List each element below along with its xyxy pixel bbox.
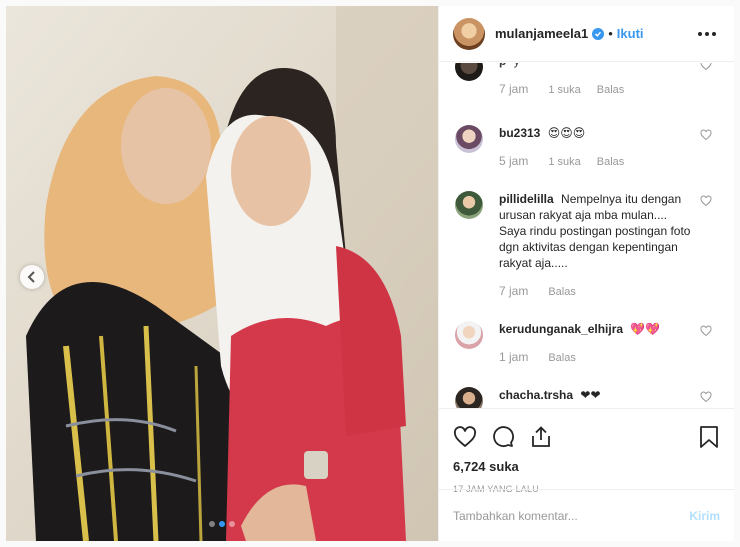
post-actions: 6,724 suka 17 JAM YANG LALU: [439, 408, 734, 494]
more-dot-icon: [705, 31, 709, 36]
comment-input[interactable]: [453, 508, 682, 523]
comment-time: 1 jam: [499, 350, 529, 364]
like-comment-heart-icon[interactable]: [700, 391, 712, 403]
share-icon[interactable]: [529, 425, 553, 449]
reply-button[interactable]: Balas: [548, 350, 576, 366]
comment-item: chacha.trsha ❤❤: [455, 387, 720, 408]
comment-meta: 7 jam Balas: [499, 283, 695, 300]
carousel-dot: [209, 521, 215, 527]
reply-button[interactable]: Balas: [548, 284, 576, 300]
comment-meta: 7 jam 1 suka Balas: [499, 81, 695, 98]
commenter-avatar[interactable]: [455, 63, 483, 81]
photo-illustration: [6, 6, 438, 541]
comment-item: kerudunganak_elhijra 💖💖 1 jam Balas: [455, 321, 720, 366]
bookmark-icon[interactable]: [698, 425, 720, 449]
comment-text: ❤❤: [580, 388, 601, 402]
author-username[interactable]: mulanjameela1: [495, 26, 588, 41]
like-heart-icon[interactable]: [453, 425, 477, 449]
previous-slide-button[interactable]: [20, 265, 44, 289]
commenter-avatar[interactable]: [455, 191, 483, 219]
comment-likes[interactable]: 1 suka: [548, 82, 580, 98]
like-comment-heart-icon[interactable]: [700, 195, 712, 207]
comment-username[interactable]: chacha.trsha: [499, 388, 573, 402]
follow-button[interactable]: Ikuti: [617, 26, 644, 41]
comment-likes[interactable]: 1 suka: [548, 154, 580, 170]
comment-text: 💖💖: [630, 322, 661, 336]
comment-item: pillidelilla Nempelnya itu dengan urusan…: [455, 191, 720, 300]
comment-item: p y 7 jam 1 suka Balas: [455, 63, 720, 98]
likes-count[interactable]: 6,724 suka: [453, 459, 720, 474]
like-comment-heart-icon[interactable]: [700, 129, 712, 141]
comment-time: 7 jam: [499, 82, 529, 96]
commenter-avatar[interactable]: [455, 321, 483, 349]
comment-item: bu2313 😍😍😍 5 jam 1 suka Balas: [455, 125, 720, 170]
header-separator: •: [608, 26, 613, 41]
comment-username[interactable]: p: [499, 63, 506, 68]
author-avatar[interactable]: [453, 17, 485, 50]
reply-button[interactable]: Balas: [597, 82, 625, 98]
verified-badge-icon: [592, 27, 605, 40]
chevron-left-icon: [27, 271, 35, 283]
like-comment-heart-icon[interactable]: [700, 325, 712, 337]
like-comment-heart-icon[interactable]: [700, 63, 712, 71]
post-photo[interactable]: [6, 6, 438, 541]
comment-meta: 5 jam 1 suka Balas: [499, 153, 695, 170]
post-sidebar: mulanjameela1 • Ikuti p y 7 jam 1 suka: [438, 6, 734, 541]
reply-button[interactable]: Balas: [597, 154, 625, 170]
comment-username[interactable]: kerudunganak_elhijra: [499, 322, 623, 336]
comment-username[interactable]: bu2313: [499, 126, 540, 140]
more-dot-icon: [712, 31, 716, 36]
carousel-dot-active: [219, 521, 225, 527]
comment-username[interactable]: pillidelilla: [499, 192, 554, 206]
commenter-avatar[interactable]: [455, 125, 483, 153]
carousel-indicator: [6, 521, 438, 527]
comment-meta: 1 jam Balas: [499, 349, 695, 366]
post-comment-button[interactable]: Kirim: [689, 509, 720, 523]
comment-text: y: [514, 63, 520, 68]
post-header: mulanjameela1 • Ikuti: [439, 6, 734, 62]
comment-bubble-icon[interactable]: [491, 425, 515, 449]
comment-list[interactable]: p y 7 jam 1 suka Balas bu2313 😍😍😍: [439, 63, 734, 408]
comment-text: 😍😍😍: [547, 126, 586, 140]
add-comment-bar: Kirim: [439, 489, 734, 541]
action-icons: [453, 417, 720, 457]
more-options-button[interactable]: [694, 28, 720, 40]
commenter-avatar[interactable]: [455, 387, 483, 408]
more-dot-icon: [698, 31, 702, 36]
carousel-dot: [229, 521, 235, 527]
comment-time: 5 jam: [499, 154, 529, 168]
comment-time: 7 jam: [499, 284, 529, 298]
